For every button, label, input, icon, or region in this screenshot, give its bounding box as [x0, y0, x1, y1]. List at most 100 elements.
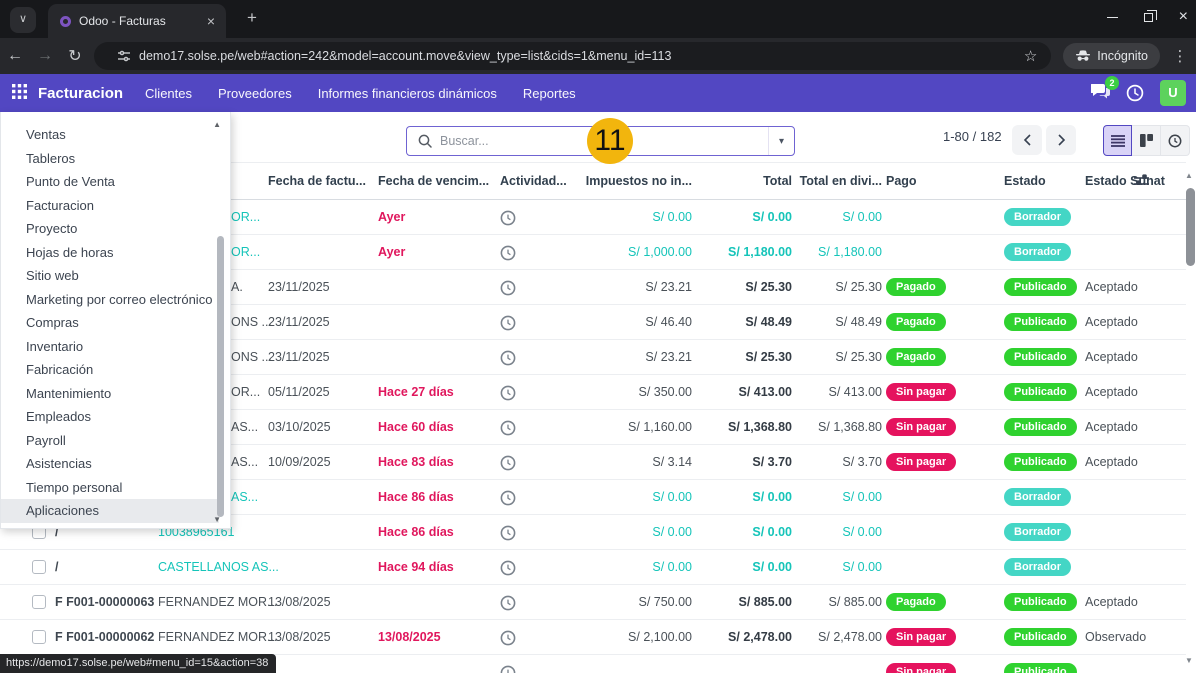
activity-clock-icon[interactable]	[500, 445, 526, 480]
activity-clock-icon[interactable]	[500, 340, 526, 375]
cell-invoice-date: 23/11/2025	[268, 305, 368, 340]
app-menu-item[interactable]: Compras	[1, 311, 230, 335]
optional-columns-icon[interactable]	[1134, 174, 1149, 191]
window-close-button[interactable]: ×	[1179, 12, 1188, 22]
activity-clock-icon[interactable]	[500, 200, 526, 235]
state-badge: Publicado	[1004, 663, 1077, 673]
search-filters-caret-icon[interactable]: ▾	[768, 127, 794, 155]
nav-menu-item[interactable]: Reportes	[523, 86, 576, 101]
pager-next-button[interactable]	[1046, 125, 1076, 155]
list-view-button[interactable]	[1103, 125, 1132, 156]
cell-untaxed-amount: S/ 0.00	[556, 200, 692, 235]
activity-clock-icon[interactable]	[500, 515, 526, 550]
app-menu-item[interactable]: Ventas	[1, 123, 230, 147]
app-name[interactable]: Facturacion	[38, 85, 123, 102]
cell-total-amount: S/ 25.30	[700, 340, 792, 375]
activity-clock-icon[interactable]	[500, 550, 526, 585]
app-menu-item[interactable]: Inventario	[1, 335, 230, 359]
row-checkbox[interactable]	[32, 630, 46, 644]
app-menu-item[interactable]: Hojas de horas	[1, 241, 230, 265]
address-bar[interactable]: demo17.solse.pe/web#action=242&model=acc…	[94, 42, 1051, 70]
browser-tab[interactable]: Odoo - Facturas ×	[48, 4, 226, 38]
app-menu-item[interactable]: Sitio web	[1, 264, 230, 288]
cell-untaxed-amount: S/ 46.40	[556, 305, 692, 340]
app-menu-item[interactable]: Asistencias	[1, 452, 230, 476]
apps-dropdown-list: VentasTablerosPunto de VentaFacturacionP…	[1, 123, 230, 523]
scrollbar-up-icon[interactable]: ▲	[1185, 171, 1193, 180]
new-tab-button[interactable]: +	[240, 8, 264, 28]
row-checkbox[interactable]	[32, 560, 46, 574]
app-menu-item[interactable]: Punto de Venta	[1, 170, 230, 194]
cell-sunat-status: Aceptado	[1085, 340, 1175, 375]
col-total[interactable]: Total	[700, 163, 792, 200]
payment-status-badge: Sin pagar	[886, 383, 956, 401]
app-menu-item[interactable]: Fabricación	[1, 358, 230, 382]
kanban-view-button[interactable]	[1132, 125, 1161, 156]
navbar-menus: Clientes Proveedores Informes financieros …	[145, 86, 1091, 101]
activity-clock-icon[interactable]	[500, 480, 526, 515]
col-untaxed[interactable]: Impuestos no in...	[556, 163, 692, 200]
activity-clock-icon[interactable]	[500, 620, 526, 655]
tab-close-icon[interactable]: ×	[204, 13, 218, 29]
activity-clock-icon[interactable]	[500, 655, 526, 673]
col-sunat[interactable]: Estado Sunat	[1085, 163, 1175, 200]
site-settings-icon[interactable]	[117, 49, 131, 63]
app-menu-item[interactable]: Mantenimiento	[1, 382, 230, 406]
cell-total-amount: S/ 3.70	[700, 445, 792, 480]
cell-sunat-status: Aceptado	[1085, 270, 1175, 305]
activity-clock-icon[interactable]	[500, 270, 526, 305]
dropdown-scrollbar[interactable]	[217, 236, 224, 517]
cell-sunat-status: Aceptado	[1085, 585, 1175, 620]
bookmark-star-icon[interactable]: ☆	[1020, 47, 1041, 65]
nav-menu-item[interactable]: Proveedores	[218, 86, 292, 101]
cell-due-date: Hace 94 días	[378, 550, 496, 585]
tab-search-chevron-icon[interactable]: ∨	[10, 7, 36, 33]
browser-menu-icon[interactable]: ⋮	[1168, 47, 1192, 65]
reload-icon[interactable]: ↻	[60, 46, 90, 66]
app-menu-item[interactable]: Proyecto	[1, 217, 230, 241]
user-avatar[interactable]: U	[1160, 80, 1186, 106]
activity-view-button[interactable]	[1161, 125, 1190, 156]
cell-untaxed-amount: S/ 1,160.00	[556, 410, 692, 445]
table-row[interactable]: F F001-00000062FERNANDEZ MOR...13/08/202…	[0, 620, 1186, 655]
activity-clock-icon[interactable]	[500, 235, 526, 270]
col-invoice-date[interactable]: Fecha de factu...	[268, 163, 368, 200]
cell-invoice-date: 23/11/2025	[268, 340, 368, 375]
vertical-scrollbar[interactable]	[1186, 188, 1195, 266]
messages-icon[interactable]: 2	[1091, 81, 1110, 105]
pager-previous-button[interactable]	[1012, 125, 1042, 155]
apps-grid-icon[interactable]	[0, 82, 38, 104]
activity-clock-icon[interactable]	[500, 305, 526, 340]
activity-clock-icon[interactable]	[500, 375, 526, 410]
app-menu-item[interactable]: Aplicaciones	[1, 499, 219, 523]
col-due-date[interactable]: Fecha de vencim...	[378, 163, 496, 200]
state-badge: Borrador	[1004, 558, 1071, 576]
back-icon[interactable]: ←	[0, 47, 30, 65]
row-checkbox[interactable]	[32, 595, 46, 609]
dropdown-scroll-up-icon[interactable]: ▲	[213, 120, 221, 129]
app-menu-item[interactable]: Facturacion	[1, 194, 230, 218]
activity-clock-icon[interactable]	[500, 410, 526, 445]
nav-menu-item[interactable]: Informes financieros dinámicos	[318, 86, 497, 101]
col-payment[interactable]: Pago	[886, 163, 998, 200]
dropdown-scroll-down-icon[interactable]: ▼	[213, 515, 221, 524]
window-restore-button[interactable]	[1144, 13, 1153, 22]
nav-menu-item[interactable]: Clientes	[145, 86, 192, 101]
state-badge: Borrador	[1004, 243, 1071, 261]
activities-clock-icon[interactable]	[1126, 84, 1144, 102]
scrollbar-down-icon[interactable]: ▼	[1185, 656, 1193, 665]
app-menu-item[interactable]: Marketing por correo electrónico	[1, 288, 230, 312]
col-total-currency[interactable]: Total en divi...	[796, 163, 882, 200]
app-menu-item[interactable]: Empleados	[1, 405, 230, 429]
app-menu-item[interactable]: Tableros	[1, 147, 230, 171]
window-minimize-button[interactable]	[1107, 17, 1118, 18]
cell-total-amount: S/ 413.00	[700, 375, 792, 410]
tab-title: Odoo - Facturas	[79, 14, 204, 28]
app-menu-item[interactable]: Payroll	[1, 429, 230, 453]
table-row[interactable]: /CASTELLANOS AS...Hace 94 díasS/ 0.00S/ …	[0, 550, 1186, 585]
table-row[interactable]: F F001-00000063FERNANDEZ MOR...13/08/202…	[0, 585, 1186, 620]
forward-icon[interactable]: →	[30, 47, 60, 65]
cell-total-amount: S/ 0.00	[700, 480, 792, 515]
activity-clock-icon[interactable]	[500, 585, 526, 620]
app-menu-item[interactable]: Tiempo personal	[1, 476, 230, 500]
